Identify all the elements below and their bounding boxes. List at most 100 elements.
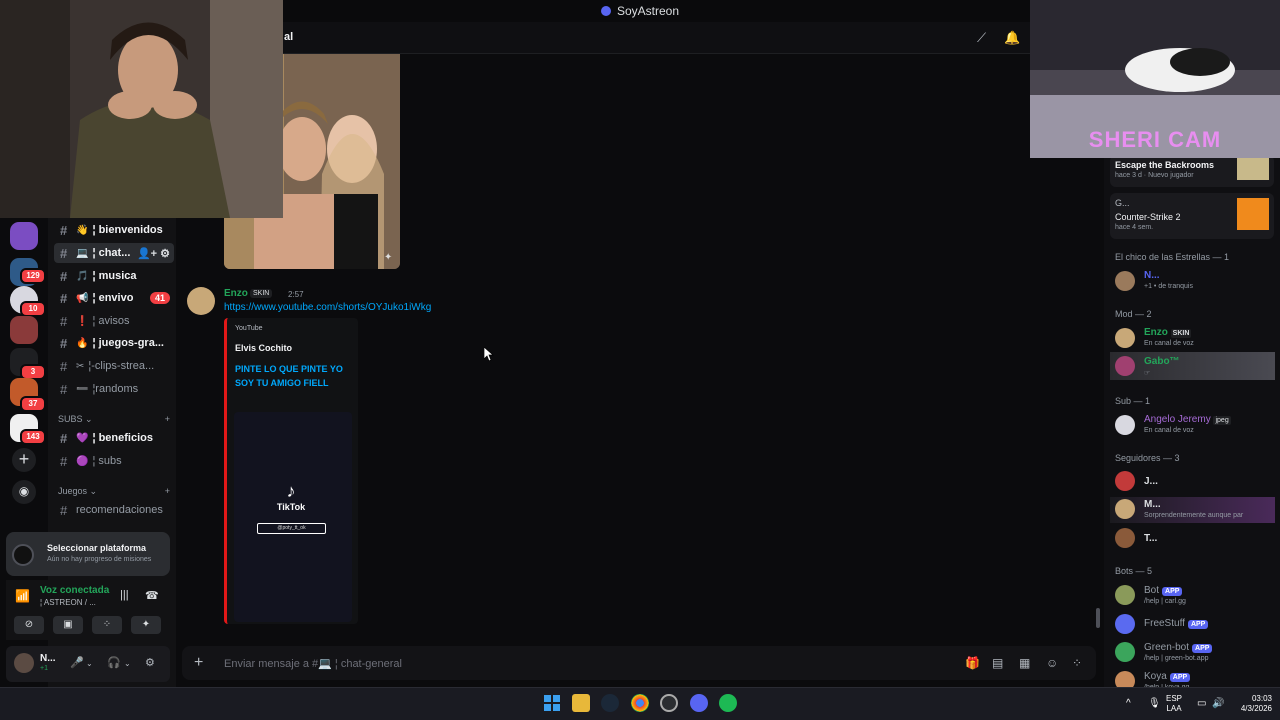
threads-icon[interactable]: ⟋ bbox=[977, 30, 986, 46]
activity-card[interactable]: G... Counter-Strike 2 hace 4 sem. bbox=[1110, 193, 1274, 239]
obs-icon[interactable] bbox=[660, 694, 678, 712]
activity-time: hace 3 d bbox=[1115, 172, 1142, 179]
server-icon-cat[interactable] bbox=[10, 222, 38, 250]
soundboard-button[interactable]: ✦ bbox=[131, 616, 161, 634]
apps-icon[interactable]: ⁘ bbox=[1072, 656, 1082, 670]
member-name[interactable]: FreeStuff APP bbox=[1144, 618, 1209, 629]
tiktok-label: TikTok bbox=[276, 502, 306, 512]
discord-taskbar-icon[interactable] bbox=[690, 694, 708, 712]
channel-envivo[interactable]: # 📢 ¦ envivo 41 bbox=[54, 288, 174, 308]
add-channel-icon[interactable]: + bbox=[165, 414, 170, 425]
disconnect-icon[interactable]: ☎ bbox=[145, 589, 159, 602]
add-server-icon[interactable]: + bbox=[12, 448, 36, 472]
channel-chat-general[interactable]: # 💻 ¦ chat... 👤+ ⚙ bbox=[54, 243, 174, 263]
network-icon[interactable]: ▭ bbox=[1197, 698, 1206, 709]
member-activity: /help | green-bot.app bbox=[1144, 655, 1209, 662]
channel-randoms[interactable]: # ➖ ¦randoms bbox=[54, 379, 174, 399]
channel-beneficios[interactable]: # 💜 ¦ beneficios bbox=[54, 428, 174, 448]
channel-clips[interactable]: # ✂ ¦-clips-strea... bbox=[54, 356, 174, 376]
embed-title[interactable]: PINTE LO QUE PINTE YO SOY TU AMIGO FIELL bbox=[235, 362, 350, 390]
microphone-tray-icon[interactable]: 🎙 bbox=[1148, 698, 1161, 709]
activity-meta: hace 3 d · Nuevo jugador bbox=[1115, 172, 1194, 179]
channel-recomendaciones[interactable]: # recomendaciones bbox=[54, 500, 174, 520]
avatar[interactable] bbox=[1115, 528, 1135, 548]
member-name[interactable]: Bot APP bbox=[1144, 585, 1183, 596]
member-name[interactable]: T... bbox=[1144, 533, 1157, 544]
avatar[interactable] bbox=[1115, 415, 1135, 435]
channel-subs[interactable]: # 🟣 ¦ subs bbox=[54, 451, 174, 471]
gift-icon[interactable]: 🎁 bbox=[965, 656, 980, 670]
emoji-icon[interactable]: ☺ bbox=[1046, 656, 1058, 670]
category-label: SUBS bbox=[58, 414, 83, 424]
message-input-placeholder[interactable]: Enviar mensaje a #💻 ¦ chat-general bbox=[224, 657, 402, 670]
member-name[interactable]: N... bbox=[1144, 270, 1160, 281]
screen-share-button[interactable]: ▣ bbox=[53, 616, 83, 634]
windows-start-icon[interactable] bbox=[543, 694, 561, 712]
avatar[interactable] bbox=[1115, 499, 1135, 519]
member-name[interactable]: M... bbox=[1144, 499, 1161, 510]
category-subs[interactable]: SUBS ⌄ + bbox=[58, 414, 170, 425]
avatar[interactable] bbox=[1115, 356, 1135, 376]
signal-icon[interactable]: 📶 bbox=[15, 589, 30, 603]
channel-settings-icon[interactable]: 👤+ ⚙ bbox=[137, 247, 170, 260]
add-channel-icon[interactable]: + bbox=[165, 486, 170, 497]
chrome-icon[interactable] bbox=[631, 694, 649, 712]
discover-icon[interactable]: ◉ bbox=[12, 480, 36, 504]
chevron-up-icon[interactable]: ^ bbox=[1126, 698, 1131, 709]
file-explorer-icon[interactable] bbox=[572, 694, 590, 712]
avatar[interactable] bbox=[1115, 271, 1135, 291]
headphones-icon[interactable]: 🎧 bbox=[107, 656, 121, 669]
voice-channel-name[interactable]: ¦ ASTREON / ... bbox=[40, 598, 96, 607]
message-link[interactable]: https://www.youtube.com/shorts/OYJuko1iW… bbox=[224, 302, 431, 313]
sparkle-icon[interactable]: ✦ bbox=[384, 252, 392, 263]
language-indicator[interactable]: ESP LAA bbox=[1166, 694, 1182, 714]
activity-card[interactable]: Escape the Backrooms hace 3 d · Nuevo ju… bbox=[1110, 155, 1274, 187]
avatar[interactable] bbox=[1115, 471, 1135, 491]
member-name[interactable]: J... bbox=[1144, 476, 1158, 487]
avatar[interactable] bbox=[1115, 585, 1135, 605]
avatar[interactable] bbox=[14, 653, 34, 673]
channel-emoji: ❗ bbox=[76, 315, 89, 327]
chevron-down-icon[interactable]: ⌄ bbox=[86, 659, 93, 668]
scrollbar[interactable] bbox=[1096, 608, 1100, 628]
hash-icon: # bbox=[60, 222, 68, 238]
sticker-icon[interactable]: ▦ bbox=[1019, 656, 1030, 670]
channel-emoji: 💜 bbox=[76, 432, 89, 444]
avatar[interactable] bbox=[187, 287, 215, 315]
member-name[interactable]: Gabo™ bbox=[1144, 356, 1180, 367]
member-name-text: Koya bbox=[1144, 671, 1167, 682]
channel-avisos[interactable]: # ❗ ¦ avisos bbox=[54, 311, 174, 331]
spotify-icon[interactable] bbox=[719, 694, 737, 712]
avatar[interactable] bbox=[1115, 328, 1135, 348]
member-name[interactable]: Green-bot APP bbox=[1144, 642, 1213, 653]
steam-icon[interactable] bbox=[601, 694, 619, 712]
server-icon-4[interactable] bbox=[10, 316, 38, 344]
server-badge: 10 bbox=[20, 301, 46, 317]
member-name[interactable]: Koya APP bbox=[1144, 671, 1191, 682]
channel-juegos-gratis[interactable]: # 🔥 ¦ juegos-gra... bbox=[54, 333, 174, 353]
channel-bienvenidos[interactable]: # 👋 ¦ bienvenidos bbox=[54, 220, 174, 240]
volume-icon[interactable]: 🔊 bbox=[1212, 698, 1224, 709]
gif-icon[interactable]: ▤ bbox=[992, 656, 1003, 670]
member-name[interactable]: Angelo Jeremy jpeg bbox=[1144, 414, 1231, 425]
bell-icon[interactable]: 🔔 bbox=[1004, 30, 1020, 46]
member-name[interactable]: Enzo SKIN bbox=[1144, 327, 1192, 338]
clock[interactable]: 03:03 4/3/2026 bbox=[1228, 694, 1272, 714]
avatar[interactable] bbox=[1115, 614, 1135, 634]
message-author[interactable]: Enzo bbox=[224, 288, 248, 299]
embed-video[interactable] bbox=[234, 412, 352, 622]
noise-suppression-icon[interactable]: ||| bbox=[120, 589, 129, 601]
user-name[interactable]: N... bbox=[40, 653, 56, 664]
member-group-label: Seguidores — 3 bbox=[1115, 453, 1180, 463]
avatar[interactable] bbox=[1115, 642, 1135, 662]
category-juegos[interactable]: Juegos ⌄ + bbox=[58, 486, 170, 497]
gear-icon[interactable]: ⚙ bbox=[145, 656, 155, 669]
add-attachment-icon[interactable]: + bbox=[194, 654, 203, 672]
channel-musica[interactable]: # 🎵 ¦ musica bbox=[54, 266, 174, 286]
microphone-icon[interactable]: 🎤 bbox=[70, 656, 84, 669]
chevron-down-icon[interactable]: ⌄ bbox=[124, 659, 131, 668]
video-off-button[interactable]: ⊘ bbox=[14, 616, 44, 634]
clock-date: 4/3/2026 bbox=[1240, 704, 1272, 713]
embed-author[interactable]: Elvis Cochito bbox=[235, 343, 292, 353]
activities-button[interactable]: ⁘ bbox=[92, 616, 122, 634]
